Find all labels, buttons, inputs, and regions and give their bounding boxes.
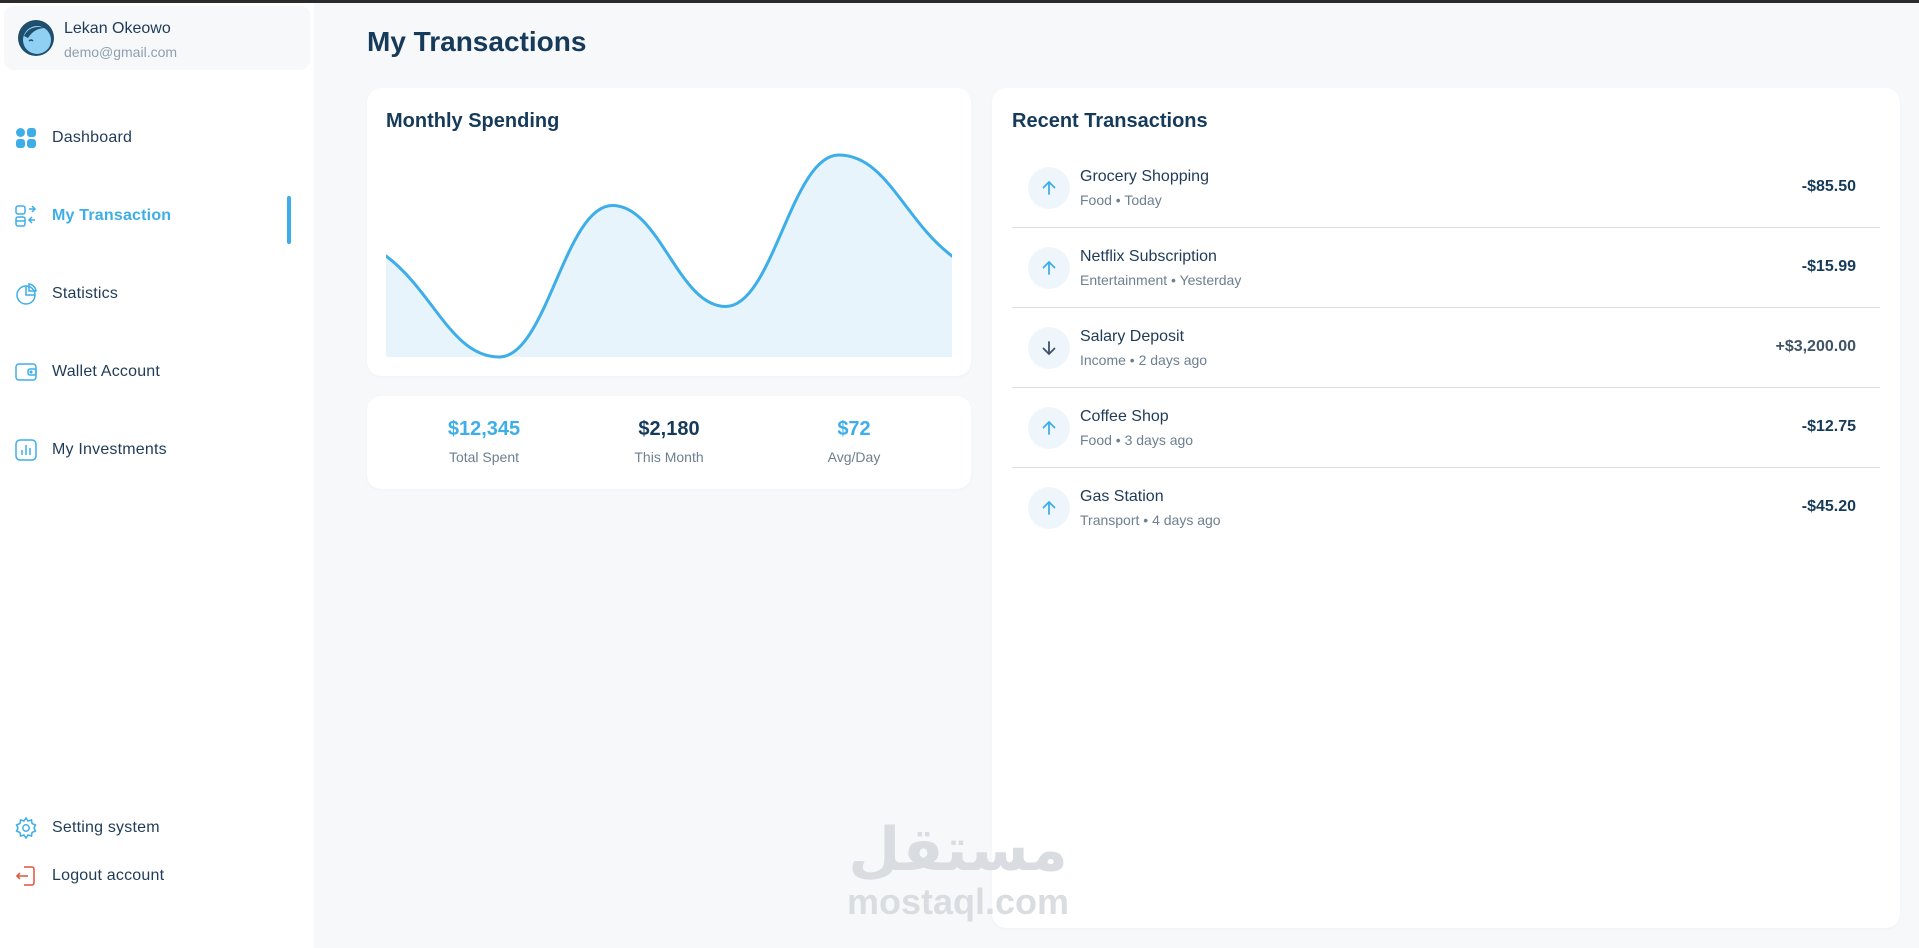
arrow-up-icon [1028,407,1070,449]
watermark-arabic: مستقل [848,815,1068,885]
transaction-amount: -$45.20 [1801,498,1856,515]
nav-label: Setting system [52,819,160,836]
stat-label: Avg/Day [827,449,881,465]
transaction-row[interactable]: Salary Deposit Income • 2 days ago +$3,2… [1012,308,1880,388]
transaction-meta: Food • 3 days ago [1080,432,1194,448]
arrow-down-icon [1028,327,1070,369]
transaction-row[interactable]: Coffee Shop Food • 3 days ago -$12.75 [1012,388,1880,468]
gear-icon [14,816,38,840]
transaction-row[interactable]: Netflix Subscription Entertainment • Yes… [1012,228,1880,308]
active-indicator [287,196,291,244]
transaction-meta: Income • 2 days ago [1080,352,1208,368]
transaction-name: Netflix Subscription [1080,248,1217,265]
card-title: Monthly Spending [386,110,560,132]
transaction-name: Grocery Shopping [1080,168,1209,185]
transaction-amount: -$15.99 [1801,258,1856,275]
arrow-up-icon [1028,167,1070,209]
transaction-amount: -$12.75 [1801,418,1856,435]
card-title: Recent Transactions [1012,110,1208,132]
arrow-up-icon [1028,487,1070,529]
stat-value: $72 [837,418,871,440]
nav-item-dashboard[interactable]: Dashboard [14,123,294,153]
stat-value: $12,345 [447,418,521,440]
page-title: My Transactions [367,26,587,57]
stats-card: $12,345 Total Spent $2,180 This Month $7… [367,396,971,489]
stat-total-spent: $12,345 Total Spent [404,418,564,465]
transaction-name: Salary Deposit [1080,328,1185,345]
nav-label: Statistics [52,285,119,302]
stat-avg-day: $72 Avg/Day [774,418,934,465]
stat-value: $2,180 [638,418,700,440]
arrow-up-icon [1028,247,1070,289]
nav-item-my-transaction[interactable]: My Transaction [14,201,294,231]
nav-label: Logout account [52,867,165,884]
grid-icon [14,126,38,150]
wallet-icon [14,360,38,384]
profile-card[interactable]: Lekan Okeowo demo@gmail.com [4,6,310,70]
nav-item-my-investments[interactable]: My Investments [14,435,294,465]
watermark-latin: mostaql.com [846,881,1070,922]
profile-name: Lekan Okeowo [64,20,171,37]
transaction-meta: Transport • 4 days ago [1080,512,1221,528]
sidebar: Lekan Okeowo demo@gmail.com Dashboard My… [0,3,314,948]
transaction-meta: Food • Today [1080,192,1162,208]
bar-chart-icon [14,438,38,462]
transaction-row[interactable]: Grocery Shopping Food • Today -$85.50 [1012,148,1880,228]
recent-transactions-card: Recent Transactions Grocery Shopping Foo… [992,88,1900,928]
transaction-icon [14,204,38,228]
pie-chart-icon [14,282,38,306]
transaction-name: Coffee Shop [1080,408,1169,425]
profile-email: demo@gmail.com [64,44,178,60]
logout-icon [14,864,38,888]
nav-label: My Transaction [52,207,172,224]
nav-label: Dashboard [52,129,133,146]
transaction-meta: Entertainment • Yesterday [1080,272,1242,288]
transaction-amount: +$3,200.00 [1775,338,1856,355]
nav-item-logout-account[interactable]: Logout account [14,861,294,891]
stat-this-month: $2,180 This Month [589,418,749,465]
transaction-amount: -$85.50 [1801,178,1856,195]
nav-label: Wallet Account [52,363,161,380]
monthly-spending-chart [386,153,952,359]
transaction-row[interactable]: Gas Station Transport • 4 days ago -$45.… [1012,468,1880,548]
nav-label: My Investments [52,441,167,458]
monthly-spending-card: Monthly Spending [367,88,971,376]
stat-label: This Month [634,449,704,465]
nav-item-setting-system[interactable]: Setting system [14,813,294,843]
nav-item-statistics[interactable]: Statistics [14,279,294,309]
watermark-logo: مستقل mostaql.com [843,820,1073,920]
nav-item-wallet-account[interactable]: Wallet Account [14,357,294,387]
transaction-name: Gas Station [1080,488,1164,505]
avatar [18,20,54,56]
stat-label: Total Spent [448,449,520,465]
